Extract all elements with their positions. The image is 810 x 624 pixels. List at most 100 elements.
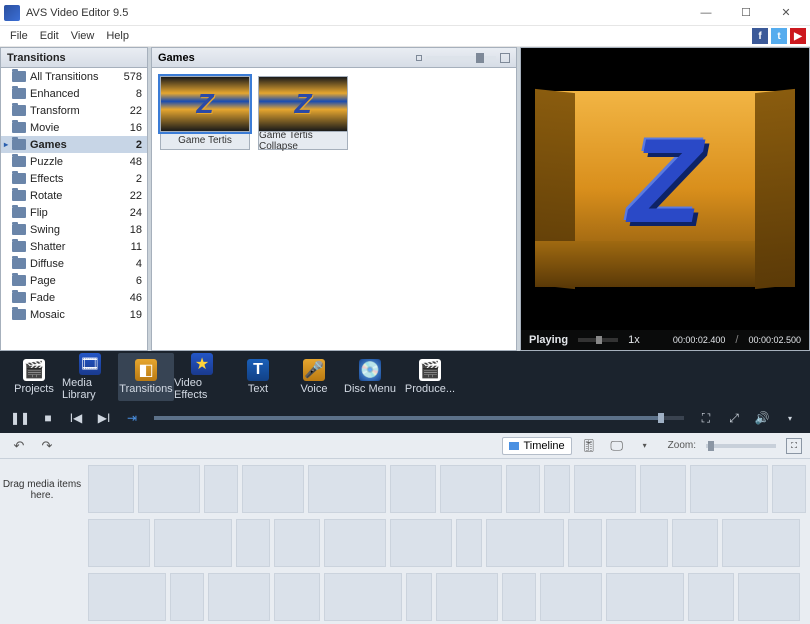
tool-text[interactable]: TText	[230, 353, 286, 401]
dropdown-icon[interactable]: ▾	[634, 436, 656, 456]
menu-edit[interactable]: Edit	[34, 28, 65, 44]
seek-thumb[interactable]	[658, 413, 664, 423]
sidebar-item-games[interactable]: ▸Games2	[1, 136, 147, 153]
storyboard-cell[interactable]	[208, 573, 270, 621]
tool-transitions[interactable]: ◧Transitions	[118, 353, 174, 401]
storyboard-cell[interactable]	[274, 573, 320, 621]
youtube-icon[interactable]: ▶	[790, 28, 806, 44]
storyboard-cell[interactable]	[88, 573, 166, 621]
preview-video[interactable]: Z	[521, 48, 809, 330]
sidebar-item-swing[interactable]: Swing18	[1, 221, 147, 238]
transition-thumb[interactable]: ZGame Tertis	[160, 76, 250, 150]
seek-bar[interactable]	[154, 416, 684, 420]
storyboard-cell[interactable]	[170, 573, 204, 621]
sidebar-item-shatter[interactable]: Shatter11	[1, 238, 147, 255]
storyboard-cell[interactable]	[204, 465, 238, 513]
volume-expand-icon[interactable]: ▾	[778, 407, 802, 429]
storyboard-cell[interactable]	[544, 465, 570, 513]
sidebar-item-fade[interactable]: Fade46	[1, 289, 147, 306]
storyboard-cell[interactable]	[606, 573, 684, 621]
sidebar-item-transform[interactable]: Transform22	[1, 102, 147, 119]
storyboard-cell[interactable]	[738, 573, 800, 621]
storyboard-grid[interactable]	[84, 459, 810, 624]
preview-monitor-button[interactable]: 🖵	[606, 436, 628, 456]
pause-button[interactable]: ❚❚	[8, 407, 32, 429]
loop-button[interactable]: ⇥	[120, 407, 144, 429]
sidebar-item-page[interactable]: Page6	[1, 272, 147, 289]
storyboard-cell[interactable]	[138, 465, 200, 513]
menu-file[interactable]: File	[4, 28, 34, 44]
stop-button[interactable]: ■	[36, 407, 60, 429]
sidebar-item-rotate[interactable]: Rotate22	[1, 187, 147, 204]
prev-frame-button[interactable]: I◀	[64, 407, 88, 429]
sidebar-item-all-transitions[interactable]: All Transitions578	[1, 68, 147, 85]
speed-thumb[interactable]	[596, 336, 602, 344]
storyboard-cell[interactable]	[574, 465, 636, 513]
sidebar-item-puzzle[interactable]: Puzzle48	[1, 153, 147, 170]
tool-voice[interactable]: 🎤Voice	[286, 353, 342, 401]
storyboard-cell[interactable]	[486, 519, 564, 567]
storyboard-cell[interactable]	[324, 573, 402, 621]
tool-video-effects[interactable]: ★Video Effects	[174, 353, 230, 401]
tool-media-library[interactable]: 🎞Media Library	[62, 353, 118, 401]
storyboard-cell[interactable]	[436, 573, 498, 621]
storyboard-cell[interactable]	[88, 465, 134, 513]
zoom-thumb[interactable]	[708, 441, 714, 451]
storyboard-cell[interactable]	[88, 519, 150, 567]
sidebar-list[interactable]: All Transitions578Enhanced8Transform22Mo…	[1, 68, 147, 350]
timeline-mode-button[interactable]: Timeline	[502, 437, 571, 455]
storyboard-cell[interactable]	[236, 519, 270, 567]
storyboard-cell[interactable]	[242, 465, 304, 513]
storyboard-cell[interactable]	[154, 519, 232, 567]
sidebar-item-enhanced[interactable]: Enhanced8	[1, 85, 147, 102]
storyboard-cell[interactable]	[568, 519, 602, 567]
facebook-icon[interactable]: f	[752, 28, 768, 44]
sidebar-item-flip[interactable]: Flip24	[1, 204, 147, 221]
snapshot-button[interactable]: ⛶	[694, 407, 718, 429]
size-small-icon[interactable]	[416, 55, 422, 61]
speed-slider[interactable]	[578, 338, 618, 342]
storyboard-cell[interactable]	[390, 465, 436, 513]
thumbnail-size-slider[interactable]	[416, 53, 510, 63]
transition-thumb[interactable]: ZGame Tertis Collapse	[258, 76, 348, 150]
zoom-slider[interactable]	[706, 444, 776, 448]
next-frame-button[interactable]: ▶I	[92, 407, 116, 429]
storyboard-cell[interactable]	[406, 573, 432, 621]
tool-disc-menu[interactable]: 💿Disc Menu	[342, 353, 398, 401]
close-button[interactable]: ✕	[766, 0, 806, 26]
twitter-icon[interactable]: t	[771, 28, 787, 44]
fit-zoom-button[interactable]: ⛶	[786, 438, 802, 454]
undo-button[interactable]: ↶	[8, 436, 30, 456]
menu-view[interactable]: View	[65, 28, 101, 44]
storyboard-cell[interactable]	[688, 573, 734, 621]
storyboard-cell[interactable]	[308, 465, 386, 513]
storyboard-cell[interactable]	[274, 519, 320, 567]
sidebar-item-mosaic[interactable]: Mosaic19	[1, 306, 147, 323]
tool-projects[interactable]: 🎬Projects	[6, 353, 62, 401]
storyboard-cell[interactable]	[506, 465, 540, 513]
volume-button[interactable]: 🔊	[750, 407, 774, 429]
storyboard-cell[interactable]	[672, 519, 718, 567]
storyboard-cell[interactable]	[640, 465, 686, 513]
audio-mix-button[interactable]: 🎚	[578, 436, 600, 456]
storyboard-cell[interactable]	[606, 519, 668, 567]
size-track[interactable]	[426, 56, 496, 60]
size-large-icon[interactable]	[500, 53, 510, 63]
storyboard-cell[interactable]	[324, 519, 386, 567]
storyboard-cell[interactable]	[540, 573, 602, 621]
sidebar-item-diffuse[interactable]: Diffuse4	[1, 255, 147, 272]
sidebar-item-effects[interactable]: Effects2	[1, 170, 147, 187]
sidebar-item-movie[interactable]: Movie16	[1, 119, 147, 136]
storyboard-cell[interactable]	[502, 573, 536, 621]
fullscreen-button[interactable]: ⤢	[722, 407, 746, 429]
storyboard-area[interactable]: Drag media items here.	[0, 459, 810, 624]
tool-produce[interactable]: 🎬Produce...	[398, 353, 462, 401]
storyboard-cell[interactable]	[690, 465, 768, 513]
storyboard-cell[interactable]	[772, 465, 806, 513]
storyboard-cell[interactable]	[456, 519, 482, 567]
maximize-button[interactable]: ☐	[726, 0, 766, 26]
size-thumb[interactable]	[476, 53, 484, 63]
storyboard-cell[interactable]	[440, 465, 502, 513]
minimize-button[interactable]: —	[686, 0, 726, 26]
storyboard-cell[interactable]	[722, 519, 800, 567]
